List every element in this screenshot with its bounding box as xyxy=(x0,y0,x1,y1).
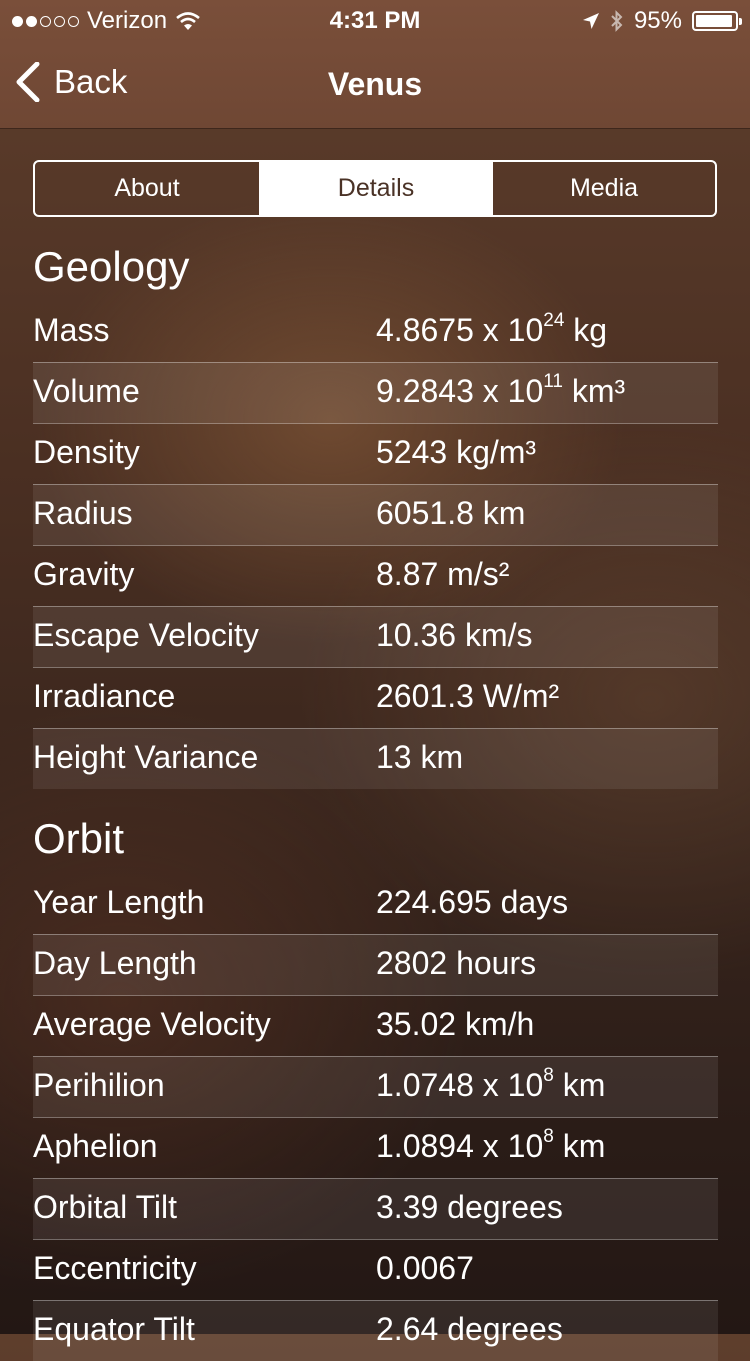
row-value: 224.695 days xyxy=(376,884,569,920)
row-label: Height Variance xyxy=(33,739,259,775)
page-title: Venus xyxy=(327,66,423,102)
table-row: Orbital Tilt 3.39 degrees xyxy=(33,1178,718,1239)
status-bar: Verizon 4:31 PM 95% xyxy=(0,0,750,40)
row-label: Year Length xyxy=(33,884,205,920)
tab-media[interactable]: Media xyxy=(491,162,715,215)
location-arrow-icon xyxy=(582,13,599,29)
row-label: Average Velocity xyxy=(33,1006,271,1042)
row-label: Aphelion xyxy=(33,1128,158,1164)
row-label: Eccentricity xyxy=(33,1250,197,1286)
table-row: Escape Velocity 10.36 km/s xyxy=(33,606,718,667)
battery-percent: 95% xyxy=(633,7,682,34)
table-row: Year Length 224.695 days xyxy=(33,874,718,934)
exponent: 11 xyxy=(543,371,563,392)
bluetooth-icon xyxy=(611,10,623,32)
exponent: 8 xyxy=(543,1065,554,1086)
row-label: Mass xyxy=(33,312,110,348)
table-row: Height Variance 13 km xyxy=(33,728,718,789)
row-label: Orbital Tilt xyxy=(33,1189,178,1225)
geology-heading: Geology xyxy=(33,243,190,290)
battery-icon xyxy=(692,11,742,31)
exponent: 8 xyxy=(543,1126,554,1147)
table-row: Aphelion 1.0894 x 108 km xyxy=(33,1117,718,1178)
row-value: 4.8675 x 1024 kg xyxy=(376,310,608,348)
row-value: 1.0748 x 108 km xyxy=(376,1065,606,1103)
row-value: 1.0894 x 108 km xyxy=(376,1126,606,1164)
row-value: 6051.8 km xyxy=(376,495,526,531)
row-value: 2601.3 W/m² xyxy=(376,678,560,714)
table-row: Average Velocity 35.02 km/h xyxy=(33,995,718,1056)
table-row: Gravity 8.87 m/s² xyxy=(33,545,718,606)
row-value: 3.39 degrees xyxy=(376,1189,563,1225)
row-value: 8.87 m/s² xyxy=(376,556,510,592)
exponent: 24 xyxy=(543,310,565,331)
table-row: Density 5243 kg/m³ xyxy=(33,423,718,484)
table-row: Equator Tilt 2.64 degrees xyxy=(33,1300,718,1361)
row-label: Gravity xyxy=(33,556,135,592)
table-row: Eccentricity 0.0067 xyxy=(33,1239,718,1300)
table-row: Day Length 2802 hours xyxy=(33,934,718,995)
geology-table: Mass 4.8675 x 1024 kg Volume 9.2843 x 1011 … xyxy=(33,302,718,789)
row-value: 2.64 degrees xyxy=(376,1311,563,1347)
tab-about[interactable]: About xyxy=(35,162,259,215)
row-value: 13 km xyxy=(376,739,464,775)
tab-details[interactable]: Details xyxy=(259,162,491,215)
row-label: Volume xyxy=(33,373,140,409)
row-label: Escape Velocity xyxy=(33,617,259,653)
orbit-heading: Orbit xyxy=(33,815,125,862)
row-value: 2802 hours xyxy=(376,945,537,981)
row-label: Radius xyxy=(33,495,133,531)
table-row: Perihilion 1.0748 x 108 km xyxy=(33,1056,718,1117)
row-label: Irradiance xyxy=(33,678,176,714)
table-row: Radius 6051.8 km xyxy=(33,484,718,545)
table-row: Volume 9.2843 x 1011 km³ xyxy=(33,362,718,423)
row-value: 5243 kg/m³ xyxy=(376,434,537,470)
table-row: Irradiance 2601.3 W/m² xyxy=(33,667,718,728)
table-row: Mass 4.8675 x 1024 kg xyxy=(33,302,718,362)
row-value: 10.36 km/s xyxy=(376,617,533,653)
row-label: Day Length xyxy=(33,945,197,981)
segmented-control: About Details Media xyxy=(33,160,717,217)
row-label: Perihilion xyxy=(33,1067,165,1103)
row-value: 0.0067 xyxy=(376,1250,474,1286)
row-label: Density xyxy=(33,434,140,470)
orbit-table: Year Length 224.695 days Day Length 2802 ho… xyxy=(33,874,718,1361)
row-value: 35.02 km/h xyxy=(376,1006,535,1042)
row-value: 9.2843 x 1011 km³ xyxy=(376,371,626,409)
row-label: Equator Tilt xyxy=(33,1311,195,1347)
navigation-bar: Verizon 4:31 PM 95% Back Venus xyxy=(0,0,750,129)
